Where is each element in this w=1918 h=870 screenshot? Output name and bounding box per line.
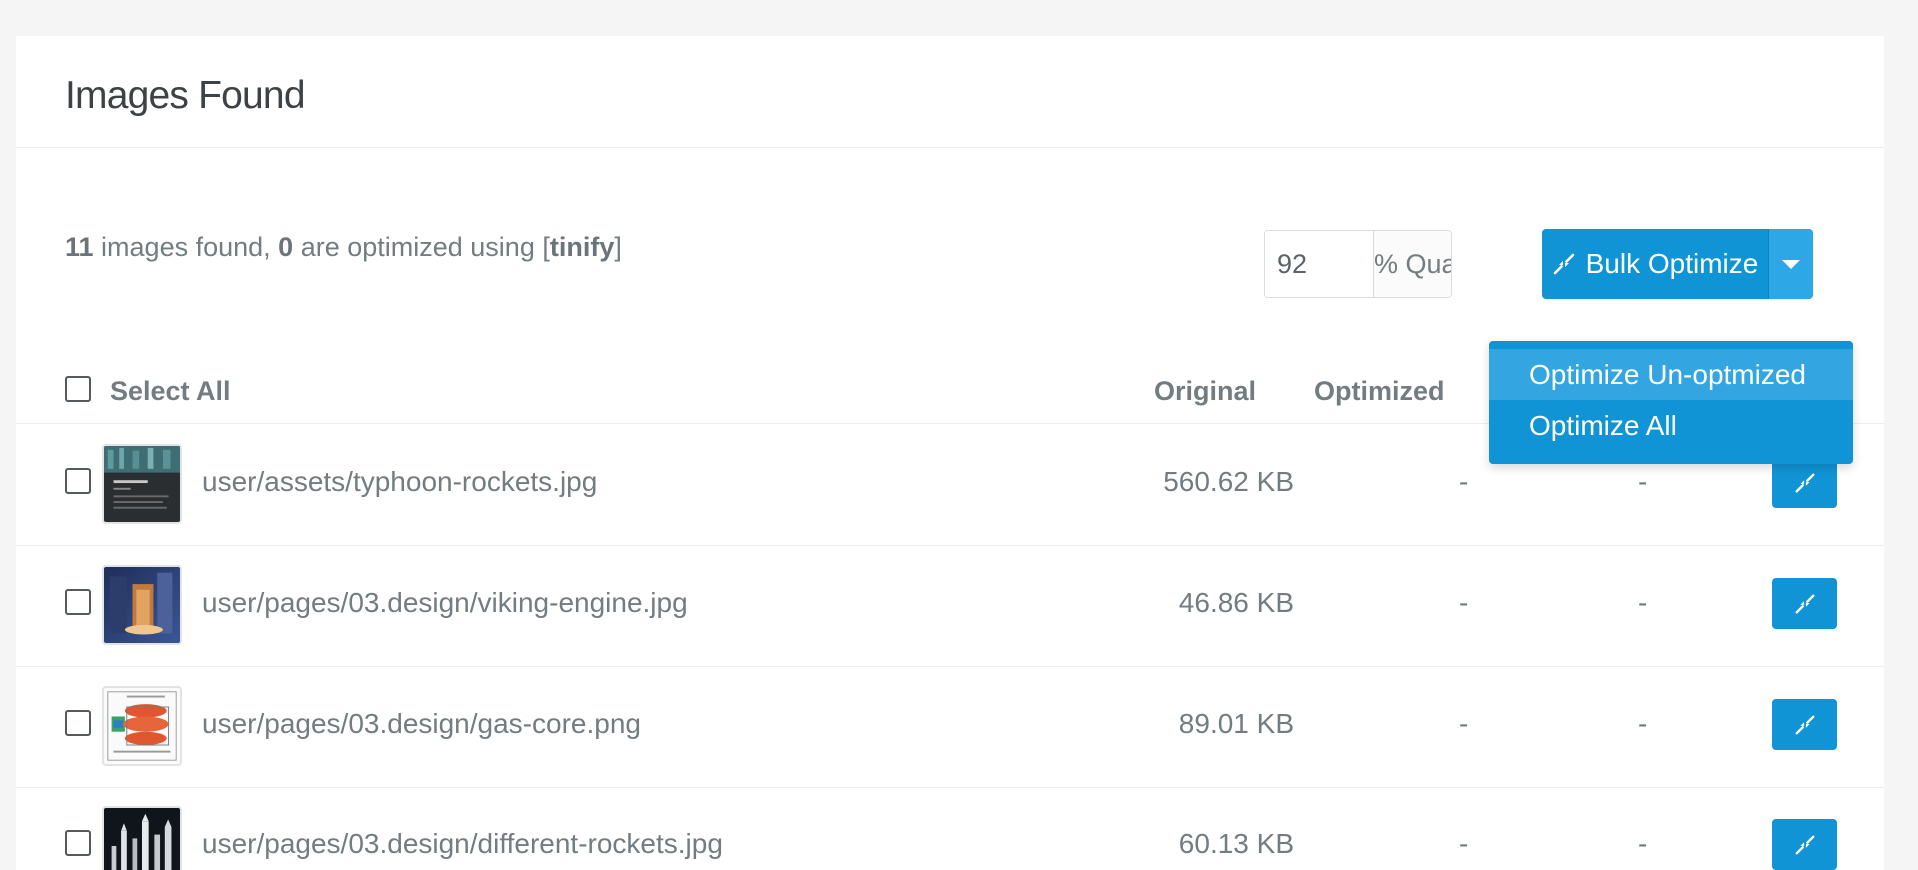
menu-item-optimize-unoptimized[interactable]: Optimize Un-optmized bbox=[1489, 349, 1853, 400]
bulk-optimize-group: Bulk Optimize bbox=[1542, 229, 1813, 299]
image-path[interactable]: user/assets/typhoon-rockets.jpg bbox=[202, 466, 597, 498]
row-checkbox[interactable] bbox=[65, 468, 91, 494]
original-size: 46.86 KB bbox=[1178, 587, 1294, 618]
select-all-label[interactable]: Select All bbox=[110, 366, 231, 416]
compress-icon bbox=[1795, 715, 1814, 734]
optimized-size: - bbox=[1459, 708, 1469, 739]
compress-icon bbox=[1795, 473, 1814, 492]
bulk-optimize-button[interactable]: Bulk Optimize bbox=[1542, 229, 1768, 299]
original-size: 60.13 KB bbox=[1178, 828, 1294, 859]
images-found-panel: Images Found 11 images found, 0 are opti… bbox=[16, 36, 1884, 870]
quality-group: % Quality bbox=[1264, 230, 1452, 298]
optimized-size: - bbox=[1459, 587, 1469, 618]
image-thumbnail bbox=[102, 565, 182, 645]
compress-icon bbox=[1795, 594, 1814, 613]
bulk-optimize-dropdown-toggle[interactable] bbox=[1767, 229, 1813, 299]
quality-input[interactable] bbox=[1265, 231, 1374, 297]
optimize-button[interactable] bbox=[1772, 819, 1837, 870]
row-checkbox[interactable] bbox=[65, 710, 91, 736]
row-checkbox[interactable] bbox=[65, 589, 91, 615]
table-row: user/pages/03.design/viking-engine.jpg 4… bbox=[16, 547, 1884, 667]
image-path[interactable]: user/pages/03.design/viking-engine.jpg bbox=[202, 587, 688, 619]
column-original: Original bbox=[1154, 376, 1257, 406]
image-thumbnail bbox=[102, 686, 182, 766]
table-row: user/pages/03.design/different-rockets.j… bbox=[16, 788, 1884, 870]
saved-size: - bbox=[1638, 828, 1648, 859]
optimize-button[interactable] bbox=[1772, 699, 1837, 750]
panel-header: Images Found bbox=[16, 36, 1884, 148]
image-path[interactable]: user/pages/03.design/different-rockets.j… bbox=[202, 828, 723, 860]
optimized-size: - bbox=[1459, 466, 1469, 497]
caret-down-icon bbox=[1781, 259, 1800, 269]
optimized-count: 0 bbox=[278, 232, 294, 262]
image-path[interactable]: user/pages/03.design/gas-core.png bbox=[202, 708, 641, 740]
compress-icon bbox=[1553, 253, 1574, 275]
quality-addon: % Quality bbox=[1374, 231, 1451, 297]
image-count: 11 bbox=[65, 232, 94, 262]
compress-icon bbox=[1795, 835, 1814, 854]
bulk-optimize-menu: Optimize Un-optmized Optimize All bbox=[1489, 341, 1853, 464]
saved-size: - bbox=[1638, 708, 1648, 739]
image-thumbnail bbox=[102, 444, 182, 524]
image-thumbnail bbox=[102, 806, 182, 870]
row-checkbox[interactable] bbox=[65, 830, 91, 856]
original-size: 89.01 KB bbox=[1178, 708, 1294, 739]
optimized-size: - bbox=[1459, 828, 1469, 859]
original-size: 560.62 KB bbox=[1163, 466, 1294, 497]
engine-name: tinify bbox=[549, 232, 615, 262]
optimize-button[interactable] bbox=[1772, 578, 1837, 629]
select-all-checkbox[interactable] bbox=[65, 376, 91, 402]
saved-size: - bbox=[1638, 466, 1648, 497]
menu-item-optimize-all[interactable]: Optimize All bbox=[1489, 400, 1853, 451]
bulk-optimize-label: Bulk Optimize bbox=[1585, 248, 1759, 279]
saved-size: - bbox=[1638, 587, 1648, 618]
table-row: user/pages/03.design/gas-core.png 89.01 … bbox=[16, 668, 1884, 788]
images-summary: 11 images found, 0 are optimized using [… bbox=[65, 232, 622, 262]
column-optimized: Optimized bbox=[1314, 376, 1445, 406]
panel-title: Images Found bbox=[65, 74, 306, 117]
optimize-button[interactable] bbox=[1772, 457, 1837, 508]
